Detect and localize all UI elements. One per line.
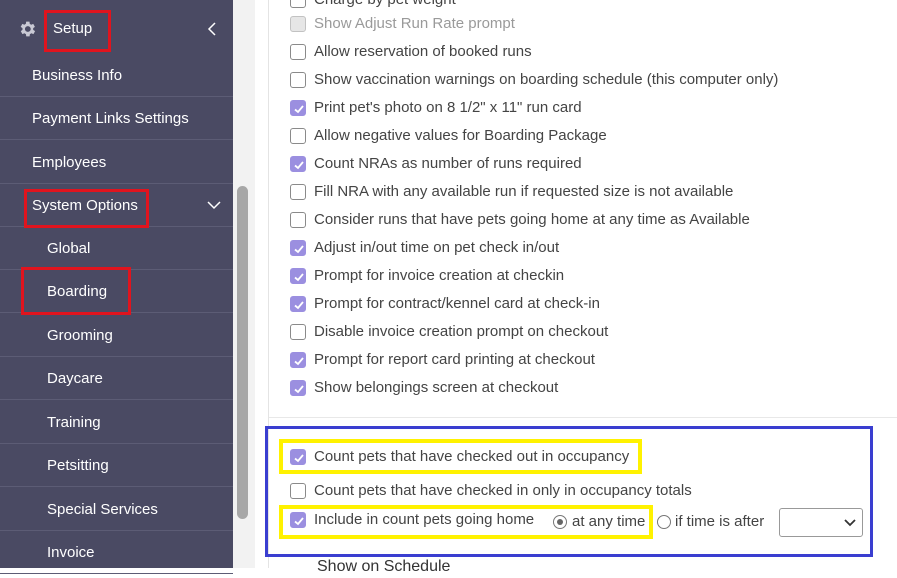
sidebar-subitem-global[interactable]: Global	[0, 227, 233, 270]
checkbox[interactable]	[290, 380, 306, 396]
option-label: Consider runs that have pets going home …	[314, 211, 750, 228]
check-icon	[294, 161, 304, 170]
sidebar-subitem-label: Training	[47, 414, 101, 431]
section-heading: Show on Schedule	[317, 558, 451, 575]
checkbox	[290, 16, 306, 32]
option-label: Prompt for invoice creation at checkin	[314, 267, 565, 284]
annotation-highlight	[24, 189, 149, 228]
sidebar-item-business-info[interactable]: Business Info	[0, 54, 233, 97]
option-label: Prompt for report card printing at check…	[314, 351, 595, 368]
checkbox[interactable]	[290, 296, 306, 312]
check-icon	[294, 105, 304, 114]
option-label: Allow negative values for Boarding Packa…	[314, 127, 607, 144]
sidebar-subitem-label: Grooming	[47, 327, 113, 344]
sidebar-subitem-label: Special Services	[47, 501, 158, 518]
sidebar-subitem-petsitting[interactable]: Petsitting	[0, 444, 233, 487]
sidebar-item-label: Employees	[32, 154, 107, 171]
scrollbar-thumb[interactable]	[237, 186, 248, 519]
annotation-highlight	[44, 10, 111, 52]
option-label: Print pet's photo on 8 1/2" x 11" run ca…	[314, 99, 582, 116]
sidebar-section-setup[interactable]: Setup	[0, 7, 233, 52]
checkbox[interactable]	[290, 0, 306, 8]
checkbox[interactable]	[290, 72, 306, 88]
sidebar-subitem-label: Petsitting	[47, 457, 109, 474]
checkbox[interactable]	[290, 44, 306, 60]
section-divider	[269, 417, 897, 418]
check-icon	[294, 273, 304, 282]
checkbox[interactable]	[290, 156, 306, 172]
check-icon	[294, 301, 304, 310]
option-label: Show vaccination warnings on boarding sc…	[314, 71, 779, 88]
option-label: Charge by pet weight	[314, 0, 456, 11]
annotation-highlight	[279, 439, 642, 474]
sidebar-subitem-daycare[interactable]: Daycare	[0, 357, 233, 400]
sidebar-item-label: Payment Links Settings	[32, 110, 189, 127]
sidebar-item-payment-links-settings[interactable]: Payment Links Settings	[0, 97, 233, 140]
checkbox[interactable]	[290, 268, 306, 284]
check-icon	[294, 385, 304, 394]
option-label: Adjust in/out time on pet check in/out	[314, 239, 560, 256]
check-icon	[294, 245, 304, 254]
checkbox[interactable]	[290, 324, 306, 340]
checkbox[interactable]	[290, 212, 306, 228]
sidebar-subitem-training[interactable]: Training	[0, 401, 233, 444]
option-label: Show belongings screen at checkout	[314, 379, 559, 396]
chevron-down-icon[interactable]	[207, 200, 221, 210]
option-label: Fill NRA with any available run if reque…	[314, 183, 734, 200]
sidebar-item-employees[interactable]: Employees	[0, 141, 233, 184]
checkbox[interactable]	[290, 240, 306, 256]
sidebar-subitem-grooming[interactable]: Grooming	[0, 314, 233, 357]
option-label: Allow reservation of booked runs	[314, 43, 532, 60]
checkbox[interactable]	[290, 184, 306, 200]
option-label: Count NRAs as number of runs required	[314, 155, 582, 172]
option-label: Prompt for contract/kennel card at check…	[314, 295, 600, 312]
option-label: Disable invoice creation prompt on check…	[314, 323, 609, 340]
annotation-highlight	[279, 505, 653, 539]
sidebar: Setup Business Info Payment Links Settin…	[0, 0, 233, 574]
sidebar-subitem-label: Daycare	[47, 370, 103, 387]
sidebar-item-label: Business Info	[32, 67, 123, 84]
checkbox[interactable]	[290, 100, 306, 116]
check-icon	[294, 357, 304, 366]
chevron-left-icon[interactable]	[207, 22, 217, 36]
sidebar-subitem-special-services[interactable]: Special Services	[0, 488, 233, 531]
checkbox[interactable]	[290, 352, 306, 368]
annotation-highlight	[21, 267, 131, 315]
option-label: Show Adjust Run Rate prompt	[314, 15, 515, 32]
sidebar-subitem-label: Global	[47, 240, 91, 257]
gear-icon	[20, 21, 36, 37]
checkbox[interactable]	[290, 128, 306, 144]
